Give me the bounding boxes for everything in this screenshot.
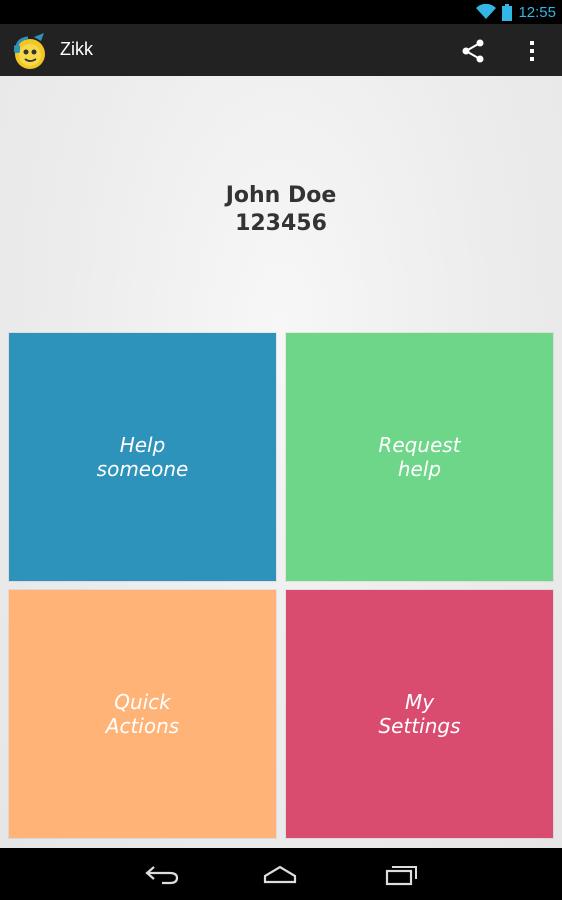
tile-label-line1: Quick [114, 690, 171, 714]
tile-label-line1: Request [378, 433, 461, 457]
action-bar: Zikk [0, 24, 562, 76]
battery-icon [502, 3, 513, 21]
user-id: 123456 [235, 211, 327, 236]
main-content: John Doe 123456 Help someone Request hel… [0, 76, 562, 848]
my-settings-tile[interactable]: My Settings [286, 590, 553, 838]
help-someone-tile[interactable]: Help someone [9, 333, 276, 581]
tile-label-line1: My [404, 690, 435, 714]
overflow-menu-icon[interactable] [520, 36, 544, 66]
tile-label-line2: Actions [105, 714, 180, 738]
user-name: John Doe [225, 183, 337, 208]
request-help-tile[interactable]: Request help [286, 333, 553, 581]
profile-header: John Doe 123456 [0, 182, 562, 238]
home-icon[interactable] [262, 862, 298, 886]
status-time: 12:55 [518, 3, 556, 21]
tile-label-line2: Settings [378, 714, 461, 738]
quick-actions-tile[interactable]: Quick Actions [9, 590, 276, 838]
tile-label-line2: someone [96, 457, 189, 481]
tile-label-line2: help [397, 457, 442, 481]
navigation-bar [0, 848, 562, 900]
wifi-icon [476, 4, 497, 20]
back-icon[interactable] [144, 862, 180, 886]
app-logo-icon[interactable] [10, 31, 50, 71]
status-bar: 12:55 [0, 0, 562, 24]
share-icon[interactable] [458, 36, 488, 66]
app-title: Zikk [60, 39, 93, 59]
recent-apps-icon[interactable] [384, 862, 420, 886]
tile-label-line1: Help [119, 433, 166, 457]
